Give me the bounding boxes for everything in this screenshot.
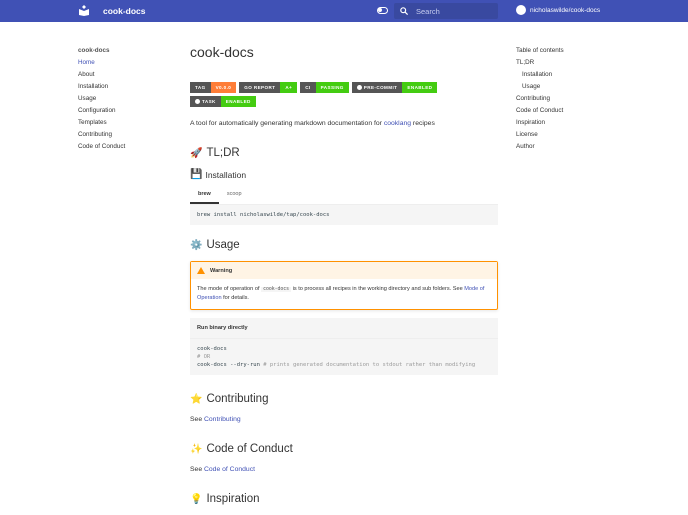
badge-label: TASK xyxy=(202,99,216,104)
badge-value: PASSING xyxy=(315,82,349,93)
badge-value: ENABLED xyxy=(402,82,438,93)
nav-item-about[interactable]: About xyxy=(78,69,125,81)
badge-label: TAG xyxy=(195,85,206,90)
heading-coc: ✨ Code of Conduct xyxy=(190,443,293,455)
toc-item[interactable]: TL;DR xyxy=(516,57,564,69)
warning-icon xyxy=(197,267,205,274)
toc-item[interactable]: Code of Conduct xyxy=(516,105,564,117)
nav-item-home[interactable]: Home xyxy=(78,57,125,69)
badge[interactable]: CI PASSING xyxy=(300,82,349,93)
toc-item[interactable]: Author xyxy=(516,141,564,153)
rocket-icon: 🚀 xyxy=(190,147,203,159)
badge-label: GO REPORT xyxy=(244,85,276,90)
heading-inspiration: 💡 Inspiration xyxy=(190,493,260,505)
tab-scoop[interactable]: scoop xyxy=(219,188,250,204)
nav-item-code-of-conduct[interactable]: Code of Conduct xyxy=(78,141,125,153)
badge[interactable]: TAG V0.0.0 xyxy=(190,82,237,93)
gear-icon: ⚙️ xyxy=(190,239,203,251)
toc-item[interactable]: Inspiration xyxy=(516,117,564,129)
sidebar-nav: cook-docs Home About Installation Usage … xyxy=(78,45,125,153)
search-placeholder: Search xyxy=(416,6,440,16)
nav-item-installation[interactable]: Installation xyxy=(78,81,125,93)
install-code: brew install nicholaswilde/tap/cook-docs xyxy=(190,205,498,225)
nav-item-configuration[interactable]: Configuration xyxy=(78,105,125,117)
nav-item-templates[interactable]: Templates xyxy=(78,117,125,129)
heading-installation: 💾 Installation xyxy=(190,169,247,180)
header: cook-docs Search nicholaswilde/cook-docs xyxy=(0,0,688,22)
badge-logo-icon xyxy=(195,99,200,104)
warning-body: The mode of operation of cook-docs is to… xyxy=(197,286,485,301)
badge-logo-icon xyxy=(356,85,362,90)
repo-name: nicholaswilde/cook-docs xyxy=(530,6,601,14)
badge[interactable]: TASK ENABLED xyxy=(190,96,256,107)
run-binary-block: Run binary directly cook-docs # OR cook-… xyxy=(190,318,498,375)
floppy-icon: 💾 xyxy=(190,169,203,180)
toc-item[interactable]: Installation xyxy=(516,69,564,81)
coc-text: See Code of Conduct xyxy=(190,466,255,473)
cooklang-link[interactable]: cooklang xyxy=(384,120,411,127)
toc-heading: Table of contents xyxy=(516,47,564,54)
coc-link[interactable]: Code of Conduct xyxy=(204,466,255,473)
badge[interactable]: GO REPORT A+ xyxy=(239,82,298,93)
badge-label: CI xyxy=(305,85,311,90)
page-title: cook-docs xyxy=(190,44,254,60)
search-input[interactable]: Search xyxy=(394,3,498,19)
nav-heading: cook-docs xyxy=(78,47,110,54)
install-tabs: brew scoop xyxy=(190,188,498,205)
badge-value: A+ xyxy=(280,82,298,93)
badge-value: V0.0.0 xyxy=(210,82,237,93)
heading-usage: ⚙️ Usage xyxy=(190,239,240,251)
tab-brew[interactable]: brew xyxy=(190,188,219,204)
lightbulb-icon: 💡 xyxy=(190,493,203,505)
nav-item-usage[interactable]: Usage xyxy=(78,93,125,105)
code-block-title: Run binary directly xyxy=(190,318,498,339)
site-title[interactable]: cook-docs xyxy=(103,6,146,16)
intro-text: A tool for automatically generating mark… xyxy=(190,120,435,127)
badge-label: PRE-COMMIT xyxy=(363,85,398,90)
heading-contributing: ⭐ Contributing xyxy=(190,393,269,405)
main-content: cook-docs TAG V0.0.0 GO REPORT A+ CI PASSING P… xyxy=(190,44,498,515)
nav-item-contributing[interactable]: Contributing xyxy=(78,129,125,141)
warning-title: Warning xyxy=(210,267,233,274)
heading-tldr: 🚀 TL;DR xyxy=(190,147,240,159)
contributing-text: See Contributing xyxy=(190,416,241,423)
toc-item[interactable]: Contributing xyxy=(516,93,564,105)
star-icon: ⭐ xyxy=(190,393,203,405)
toc-item[interactable]: Usage xyxy=(516,81,564,93)
contributing-link[interactable]: Contributing xyxy=(204,416,241,423)
run-code: cook-docs # OR cook-docs --dry-run # pri… xyxy=(190,339,498,375)
github-icon xyxy=(516,5,526,15)
table-of-contents: Table of contents TL;DR Installation Usa… xyxy=(516,45,564,153)
theme-toggle-icon[interactable] xyxy=(377,7,388,14)
badge[interactable]: PRE-COMMIT ENABLED xyxy=(351,82,438,93)
warning-admonition: Warning The mode of operation of cook-do… xyxy=(190,261,498,310)
logo-icon[interactable] xyxy=(79,5,89,16)
sparkles-icon: ✨ xyxy=(190,443,203,455)
badges: TAG V0.0.0 GO REPORT A+ CI PASSING PRE-COMMIT E… xyxy=(190,82,460,107)
toc-item[interactable]: License xyxy=(516,129,564,141)
search-icon xyxy=(400,7,408,15)
repo-link[interactable]: nicholaswilde/cook-docs xyxy=(516,5,600,15)
badge-value: ENABLED xyxy=(220,96,256,107)
